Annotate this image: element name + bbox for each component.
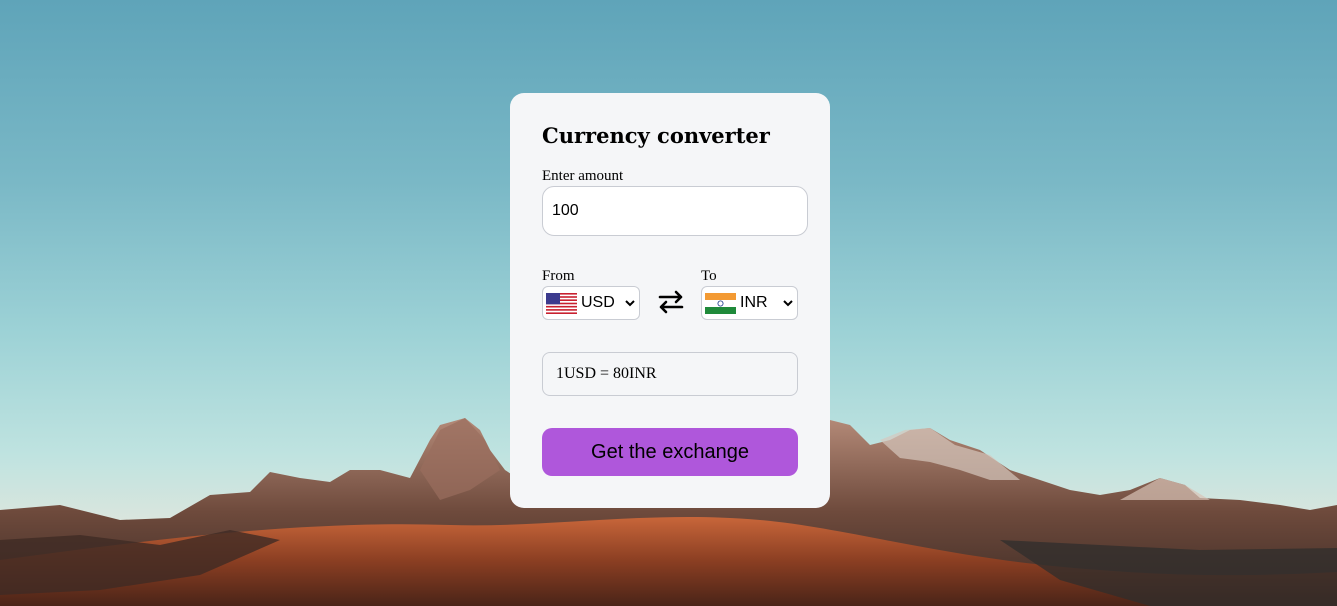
from-label: From: [542, 268, 575, 284]
us-flag-icon: [546, 292, 577, 314]
to-currency-select[interactable]: INR: [701, 286, 798, 320]
amount-label: Enter amount: [542, 168, 624, 184]
amount-input[interactable]: [542, 186, 808, 236]
to-label: To: [701, 268, 717, 284]
india-flag-icon: [705, 292, 736, 314]
chevron-down-icon: [625, 300, 635, 307]
page-title: Currency converter: [542, 123, 770, 148]
exchange-rate-display: 1USD = 80INR: [542, 352, 798, 396]
from-currency-code: USD: [581, 294, 615, 311]
to-currency-code: INR: [740, 294, 768, 311]
get-exchange-button[interactable]: Get the exchange: [542, 428, 798, 476]
converter-card: Currency converter Enter amount From To …: [510, 93, 830, 508]
swap-arrows-icon[interactable]: [657, 289, 685, 315]
chevron-down-icon: [783, 300, 793, 307]
from-currency-select[interactable]: USD: [542, 286, 640, 320]
